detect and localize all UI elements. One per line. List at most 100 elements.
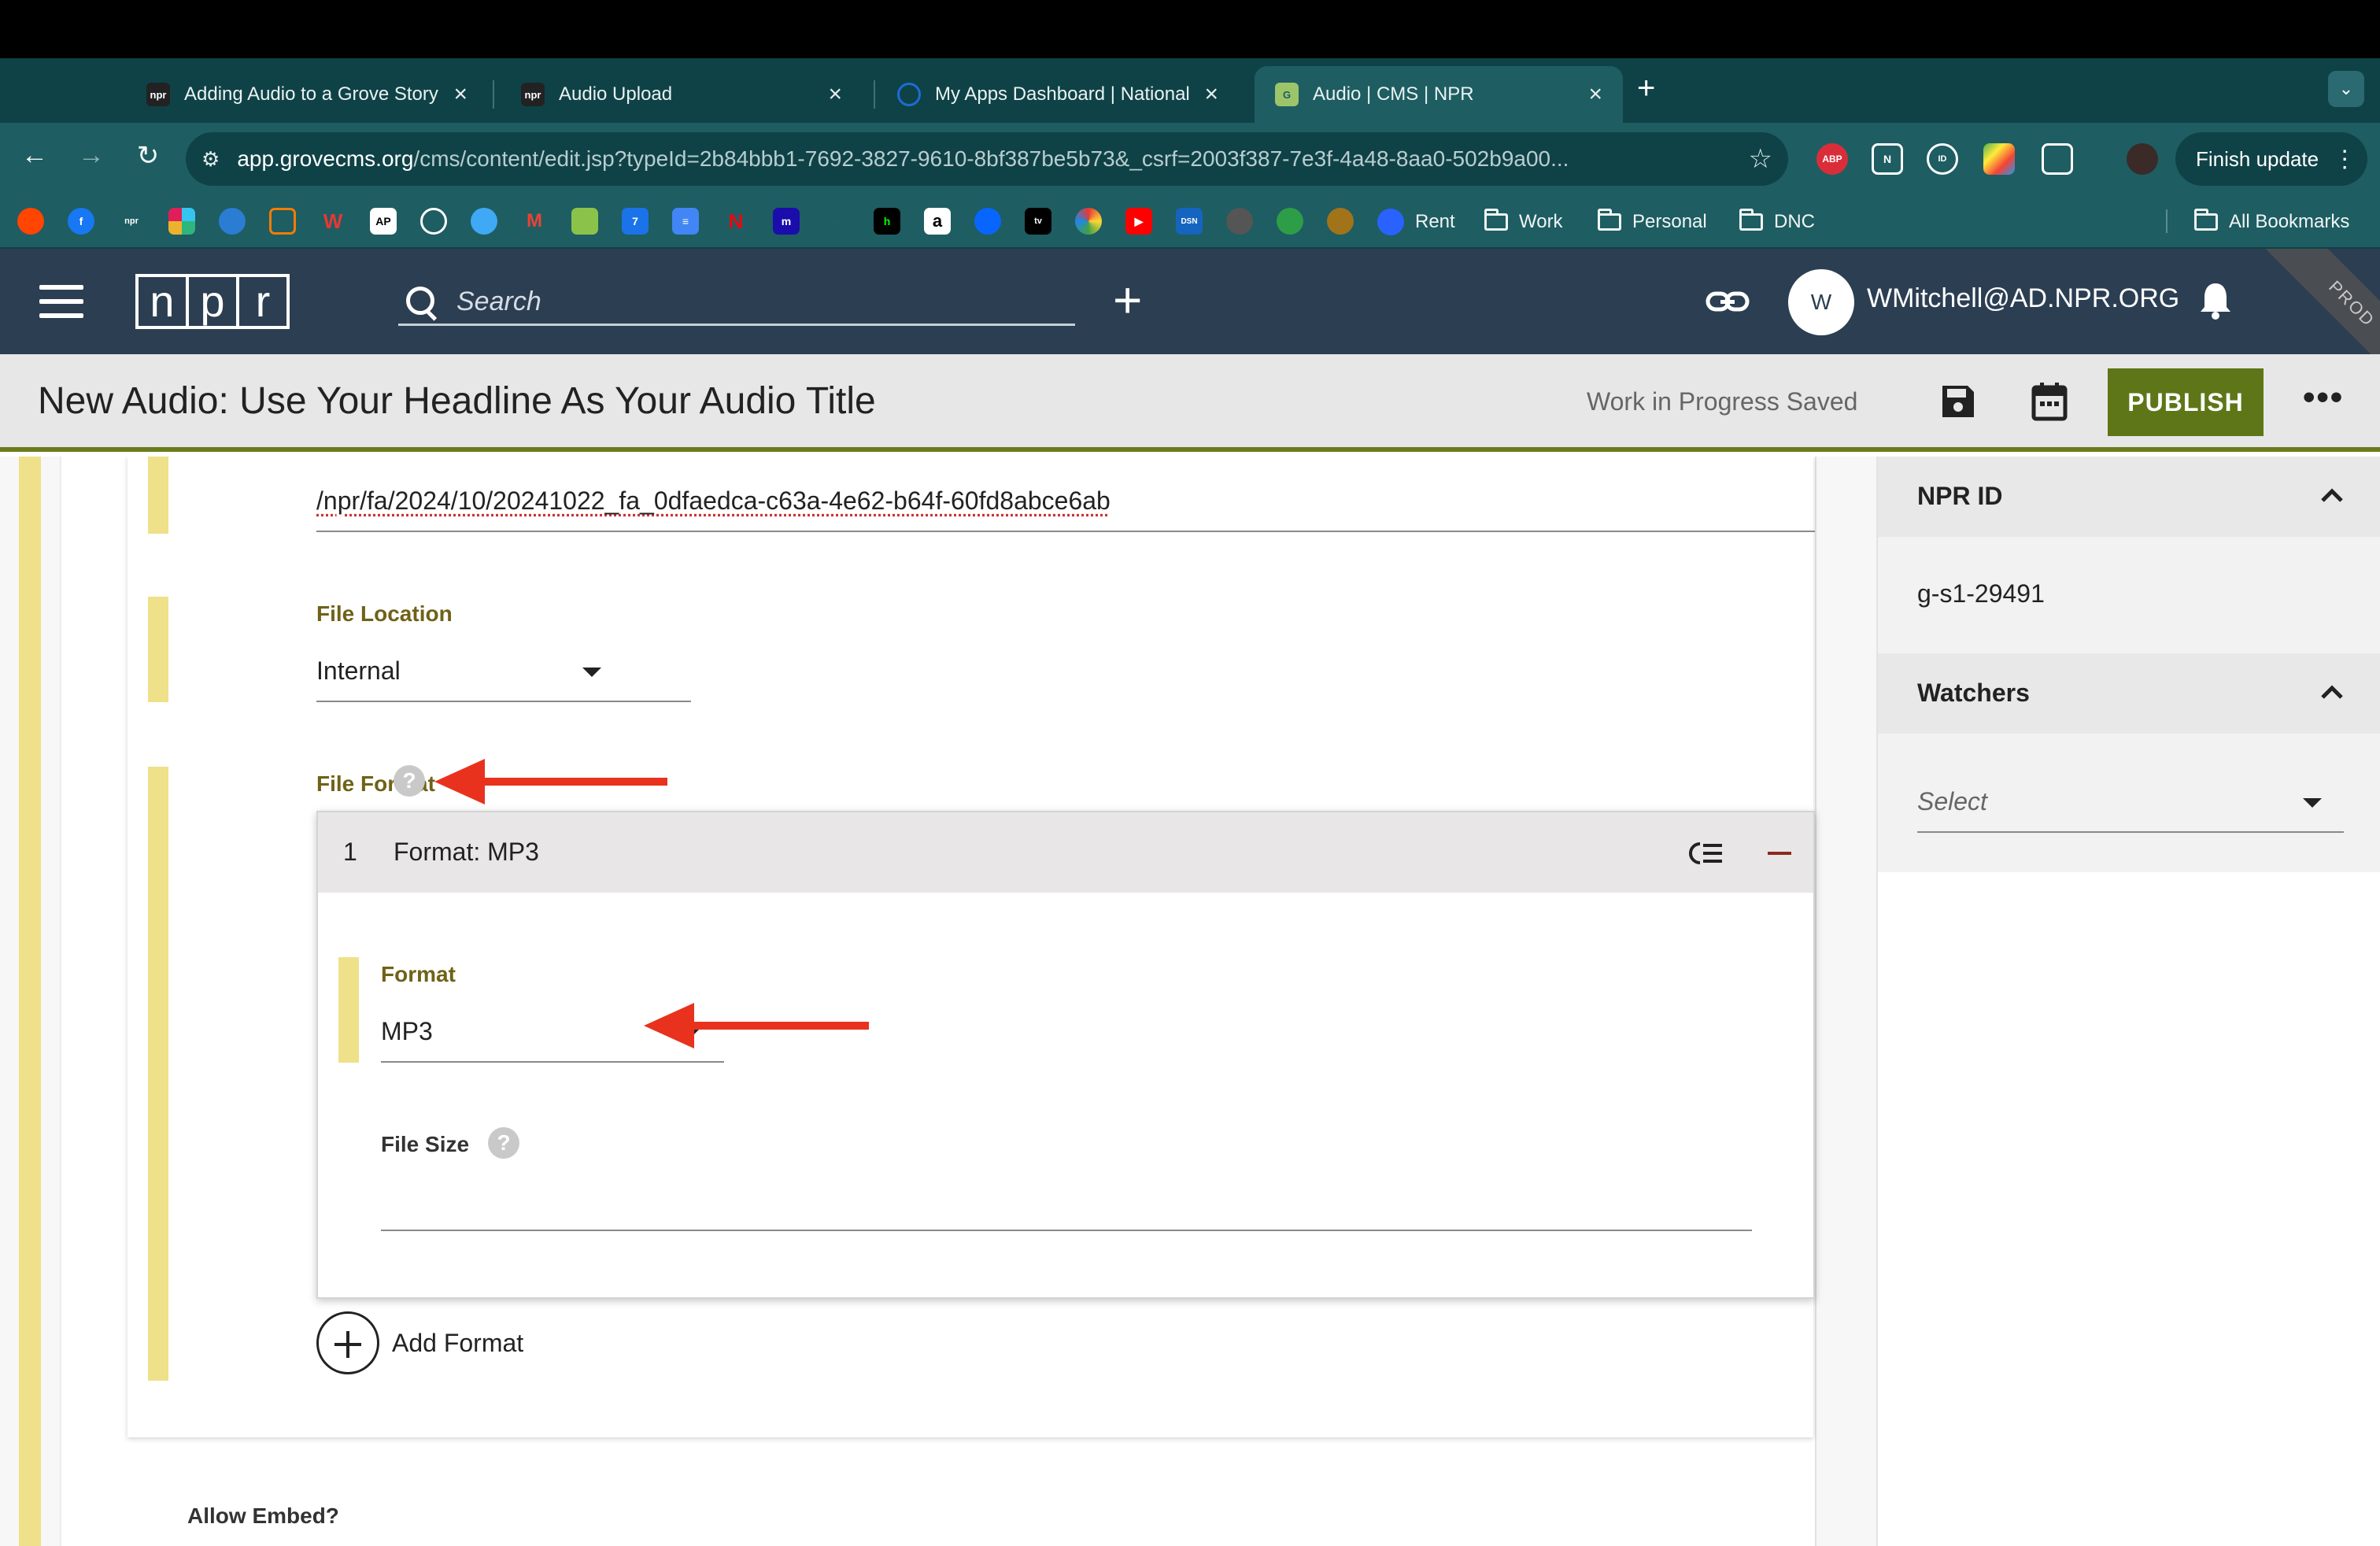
bookmark-folder-dnc[interactable]: DNC — [1739, 206, 1815, 238]
rent-icon — [1377, 209, 1404, 235]
all-bookmarks[interactable]: All Bookmarks — [2194, 206, 2349, 238]
right-sidebar: NPR ID g-s1-29491 Watchers Select — [1876, 457, 2380, 1546]
bookmark-folder-personal[interactable]: Personal — [1598, 206, 1707, 238]
folder-icon — [1739, 209, 1763, 231]
amazon-bookmark-icon[interactable]: a — [924, 208, 951, 235]
meta-bookmark-icon[interactable] — [974, 208, 1001, 235]
link-icon[interactable] — [1705, 283, 1750, 320]
browser-tab[interactable]: My Apps Dashboard | National × — [877, 66, 1239, 123]
save-icon[interactable] — [1939, 383, 1977, 420]
bookmark-separator — [2166, 209, 2168, 233]
notion-extension-icon[interactable]: N — [1872, 143, 1903, 175]
w-bookmark-icon[interactable]: W — [320, 208, 346, 235]
help-icon[interactable]: ? — [394, 765, 425, 797]
user-avatar[interactable]: W — [1788, 269, 1854, 335]
remove-format-icon[interactable] — [1768, 852, 1791, 855]
m-bookmark-icon[interactable]: m — [773, 208, 800, 235]
create-plus-icon[interactable]: + — [1113, 272, 1142, 327]
file-size-input[interactable] — [381, 1230, 1752, 1231]
format-item-header[interactable]: 1 Format: MP3 — [318, 812, 1813, 893]
id-extension-icon[interactable]: ID — [1927, 143, 1958, 175]
url-bar[interactable]: ⚙ app.grovecms.org/cms/content/edit.jsp?… — [186, 132, 1788, 186]
logo-letter: n — [139, 277, 186, 326]
back-icon[interactable]: ← — [16, 140, 54, 171]
finish-update-label: Finish update — [2196, 146, 2319, 171]
tab-search-chevron-icon[interactable]: ⌄ — [2328, 71, 2364, 107]
extensions-puzzle-icon[interactable] — [2042, 143, 2073, 175]
add-format-button[interactable]: Add Format — [316, 1311, 523, 1374]
more-actions-icon[interactable]: ••• — [2303, 378, 2344, 417]
select-underline — [316, 701, 691, 702]
username[interactable]: WMitchell@AD.NPR.ORG — [1867, 283, 2179, 314]
npr-logo[interactable]: n p r — [135, 274, 290, 329]
appletv-bookmark-icon[interactable]: tv — [1025, 208, 1051, 235]
notification-bell-icon[interactable] — [2197, 280, 2234, 321]
bookmark-star-icon[interactable]: ☆ — [1749, 143, 1772, 175]
feed-bookmark-icon[interactable] — [269, 208, 296, 235]
reorder-icon[interactable] — [1689, 839, 1724, 867]
schedule-calendar-icon[interactable] — [2031, 381, 2068, 422]
npr-bookmark-icon[interactable]: npr — [118, 208, 145, 235]
green-bookmark-icon[interactable] — [1277, 208, 1303, 235]
chevron-up-icon[interactable] — [2319, 679, 2345, 705]
docs-bookmark-icon[interactable]: ≡ — [672, 208, 699, 235]
close-tab-icon[interactable]: × — [1588, 81, 1602, 108]
bookmark-folder-work[interactable]: Work — [1484, 206, 1563, 238]
search-input[interactable] — [456, 287, 1007, 317]
reload-icon[interactable]: ↻ — [129, 140, 167, 172]
browser-tab[interactable]: npr Audio Upload × — [501, 66, 863, 123]
format-label: Format — [381, 962, 456, 986]
dsn-bookmark-icon[interactable]: DSN — [1176, 208, 1203, 235]
ap-bookmark-icon[interactable]: AP — [370, 208, 397, 235]
browser-tab[interactable]: npr Adding Audio to a Grove Story × — [126, 66, 488, 123]
save-status: Work in Progress Saved — [1587, 387, 1858, 416]
adblock-extension-icon[interactable]: ABP — [1816, 143, 1848, 175]
netflix-bookmark-icon[interactable]: N — [722, 208, 749, 235]
main-column: /npr/fa/2024/10/20241022_fa_0dfaedca-c63… — [60, 457, 1816, 1546]
dropdown-caret-icon — [582, 668, 601, 677]
url-text: app.grovecms.org/cms/content/edit.jsp?ty… — [237, 146, 1569, 171]
hulu-bookmark-icon[interactable]: h — [874, 208, 900, 235]
file-path-value[interactable]: /npr/fa/2024/10/20241022_fa_0dfaedca-c63… — [316, 486, 1111, 516]
site-info-icon[interactable]: ⚙ — [201, 147, 220, 172]
reddit-bookmark-icon[interactable] — [17, 208, 44, 235]
help-icon[interactable]: ? — [488, 1127, 519, 1159]
gmail-bookmark-icon[interactable]: M — [521, 208, 548, 235]
gold-bookmark-icon[interactable] — [1327, 208, 1354, 235]
close-tab-icon[interactable]: × — [1204, 81, 1218, 108]
npr-id-panel-header[interactable]: NPR ID — [1878, 457, 2380, 537]
globe-bookmark-icon[interactable] — [420, 208, 447, 235]
maps-bookmark-icon[interactable] — [571, 208, 598, 235]
cloud-bookmark-icon[interactable] — [219, 208, 246, 235]
profile-avatar-icon[interactable] — [2127, 143, 2158, 175]
chrome-menu-icon[interactable]: ⋮ — [2333, 146, 2356, 173]
hamburger-menu-icon[interactable] — [39, 285, 83, 318]
chevron-up-icon[interactable] — [2319, 482, 2345, 509]
finish-update-button[interactable]: Finish update ⋮ — [2175, 132, 2367, 186]
select-underline — [1917, 831, 2344, 833]
page-title: New Audio: Use Your Headline As Your Aud… — [38, 380, 876, 422]
calendar-bookmark-icon[interactable]: 7 — [622, 208, 649, 235]
close-tab-icon[interactable]: × — [828, 81, 842, 108]
colorwheel-bookmark-icon[interactable] — [1075, 208, 1102, 235]
bookmark-label: DNC — [1774, 211, 1815, 232]
browser-tab-active[interactable]: G Audio | CMS | NPR × — [1255, 66, 1623, 123]
forward-icon[interactable]: → — [72, 140, 110, 171]
bookmarks-bar: f npr W AP M 7 ≡ N m ◌ h a tv ▶ DSN Rent… — [0, 195, 2380, 249]
publish-button[interactable]: PUBLISH — [2108, 368, 2264, 436]
watchers-panel-header[interactable]: Watchers — [1878, 653, 2380, 734]
bookmark-rent[interactable]: Rent — [1377, 206, 1455, 238]
allow-embed-label: Allow Embed? — [187, 1503, 339, 1528]
new-tab-icon[interactable]: + — [1637, 72, 1655, 104]
search-icon[interactable] — [405, 285, 439, 320]
dropdown-caret-icon — [2303, 798, 2322, 808]
facebook-bookmark-icon[interactable]: f — [68, 208, 94, 235]
slack-bookmark-icon[interactable] — [168, 208, 195, 235]
weather-bookmark-icon[interactable] — [471, 208, 497, 235]
close-tab-icon[interactable]: × — [453, 81, 468, 108]
youtube-bookmark-icon[interactable]: ▶ — [1125, 208, 1152, 235]
dots-bookmark-icon[interactable] — [1226, 208, 1253, 235]
faded-bookmark-icon[interactable]: ◌ — [823, 208, 850, 235]
photos-extension-icon[interactable] — [1983, 143, 2015, 175]
okta-favicon-icon — [897, 83, 921, 106]
